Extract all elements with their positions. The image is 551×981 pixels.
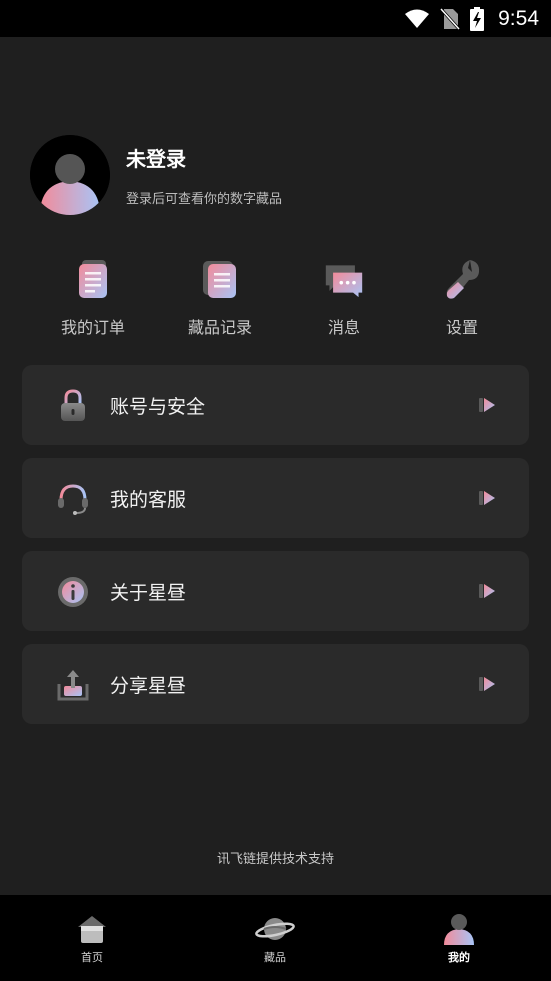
avatar[interactable] [30, 135, 110, 215]
tab-label: 我的 [448, 951, 470, 964]
menu-label: 关于星昼 [110, 582, 187, 604]
menu-about[interactable]: 关于星昼 [22, 551, 529, 631]
chevron-right-icon [479, 491, 495, 505]
order-icon [79, 260, 107, 298]
share-upload-icon [57, 670, 89, 701]
menu-label: 我的客服 [110, 489, 187, 511]
quick-action-collection-records[interactable]: 藏品记录 [170, 258, 270, 338]
quick-actions: 我的订单 藏品记录 消息 设置 [30, 258, 520, 338]
menu-share[interactable]: 分享星昼 [22, 644, 529, 724]
tab-label: 首页 [81, 951, 103, 964]
no-sim-icon [440, 7, 461, 30]
tech-support-text: 讯飞链提供技术支持 [216, 852, 334, 867]
collection-record-icon [203, 261, 236, 298]
tab-profile[interactable]: 我的 [419, 913, 499, 965]
bottom-tab-bar: 首页 藏品 我的 [0, 895, 551, 981]
battery-charging-icon [470, 6, 485, 31]
profile-icon [444, 914, 474, 945]
message-icon [325, 265, 363, 298]
tab-home[interactable]: 首页 [52, 913, 132, 965]
menu-customer-service[interactable]: 我的客服 [22, 458, 529, 538]
tab-label: 藏品 [264, 951, 286, 964]
chevron-right-icon [479, 584, 495, 598]
profile-subtitle: 登录后可查看你的数字藏品 [126, 192, 283, 207]
status-time: 9:54 [498, 6, 539, 30]
quick-action-messages[interactable]: 消息 [294, 258, 394, 338]
home-icon [78, 916, 106, 943]
menu-label: 账号与安全 [110, 396, 206, 418]
status-bar: 9:54 [0, 0, 551, 37]
lock-icon [61, 389, 85, 421]
info-icon [58, 577, 88, 607]
headset-icon [58, 484, 88, 515]
quick-action-label: 我的订单 [60, 318, 125, 337]
settings-wrench-icon [446, 260, 480, 299]
menu-label: 分享星昼 [110, 675, 187, 697]
wifi-icon [404, 9, 430, 29]
quick-action-settings[interactable]: 设置 [412, 258, 512, 338]
planet-icon [255, 918, 295, 940]
menu-account-security[interactable]: 账号与安全 [22, 365, 529, 445]
quick-action-label: 藏品记录 [187, 318, 252, 337]
chevron-right-icon [479, 677, 495, 691]
quick-action-orders[interactable]: 我的订单 [43, 258, 143, 338]
profile-header[interactable]: 未登录 登录后可查看你的数字藏品 [30, 135, 510, 217]
chevron-right-icon [479, 398, 495, 412]
default-avatar-icon [30, 135, 110, 215]
tab-collection[interactable]: 藏品 [235, 913, 315, 965]
profile-name[interactable]: 未登录 [126, 143, 186, 172]
quick-action-label: 消息 [327, 318, 360, 337]
quick-action-label: 设置 [445, 318, 478, 337]
